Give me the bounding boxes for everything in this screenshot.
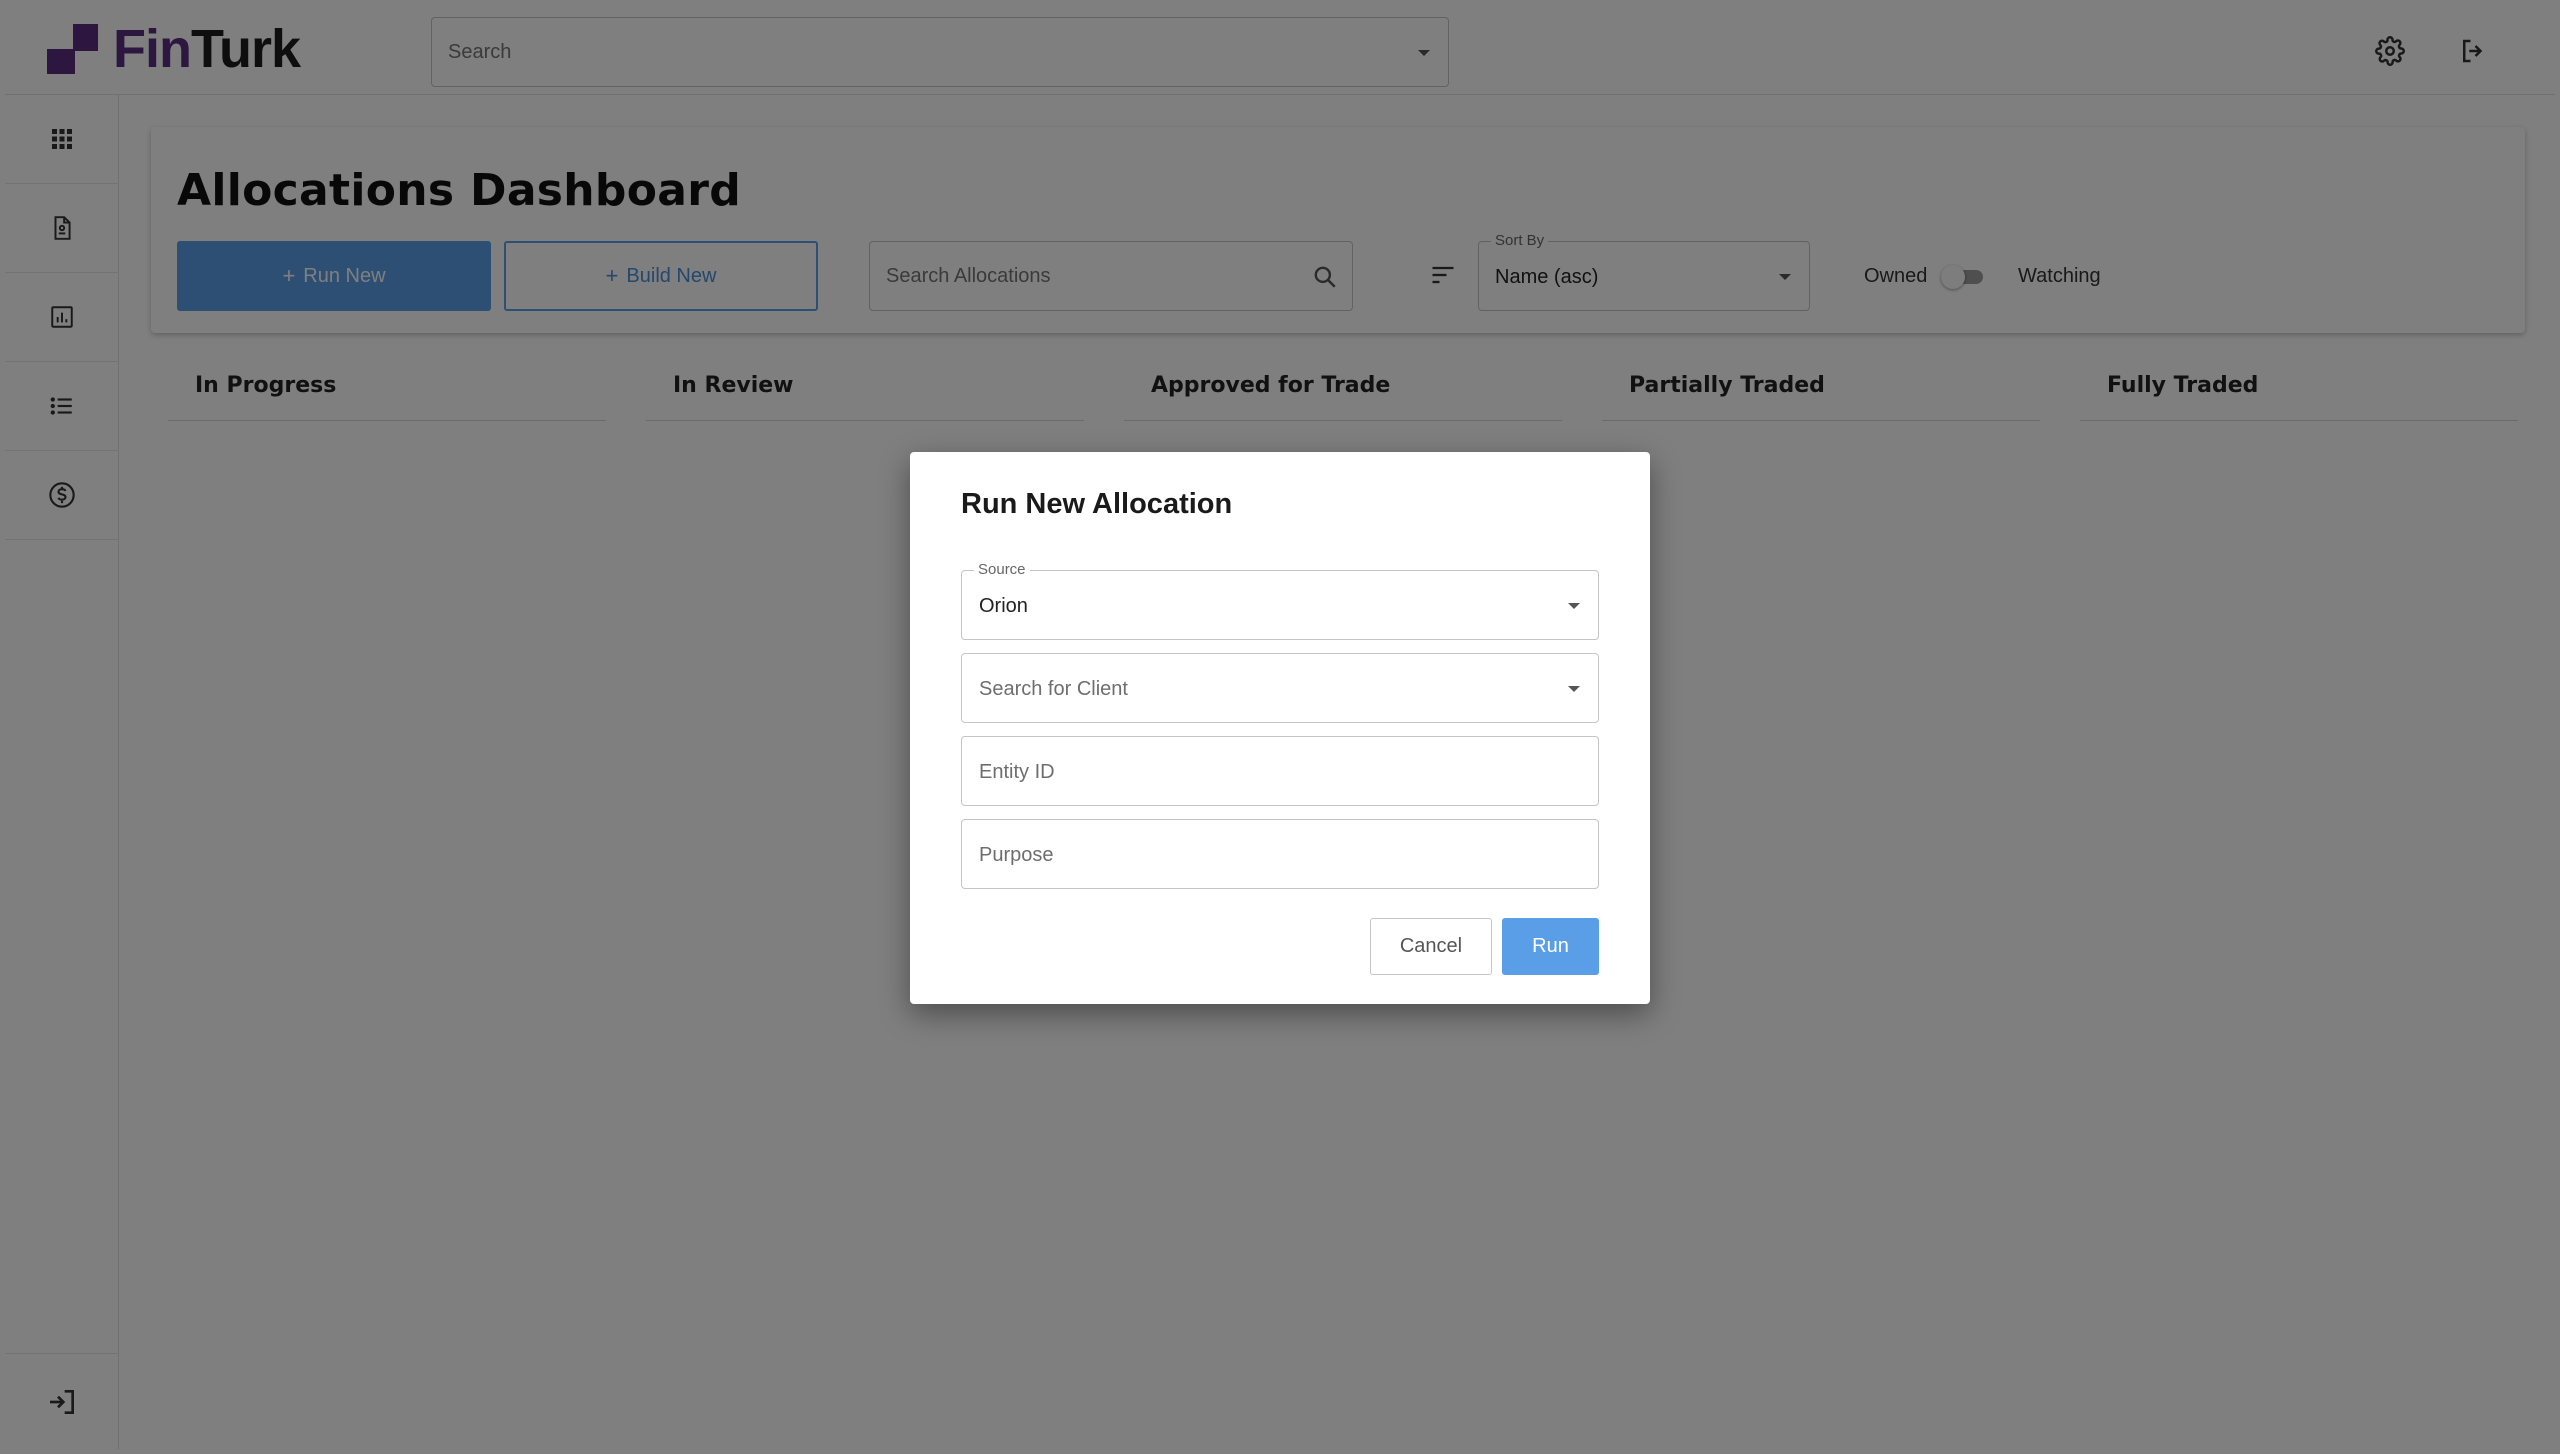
run-new-allocation-dialog: Run New Allocation Source Orion Search f… xyxy=(910,452,1650,1004)
entity-id-input[interactable]: Entity ID xyxy=(961,736,1599,806)
chevron-down-icon xyxy=(1568,686,1580,692)
purpose-input[interactable]: Purpose xyxy=(961,819,1599,889)
client-search-select[interactable]: Search for Client xyxy=(961,653,1599,723)
client-search-placeholder: Search for Client xyxy=(979,678,1128,700)
cancel-button[interactable]: Cancel xyxy=(1370,918,1492,975)
purpose-placeholder: Purpose xyxy=(979,844,1054,866)
source-value: Orion xyxy=(979,595,1028,617)
dialog-title: Run New Allocation xyxy=(961,488,1233,520)
run-button[interactable]: Run xyxy=(1502,918,1599,975)
source-legend: Source xyxy=(974,561,1030,578)
chevron-down-icon xyxy=(1568,603,1580,609)
entity-id-placeholder: Entity ID xyxy=(979,761,1055,783)
source-select[interactable]: Source Orion xyxy=(961,561,1599,640)
